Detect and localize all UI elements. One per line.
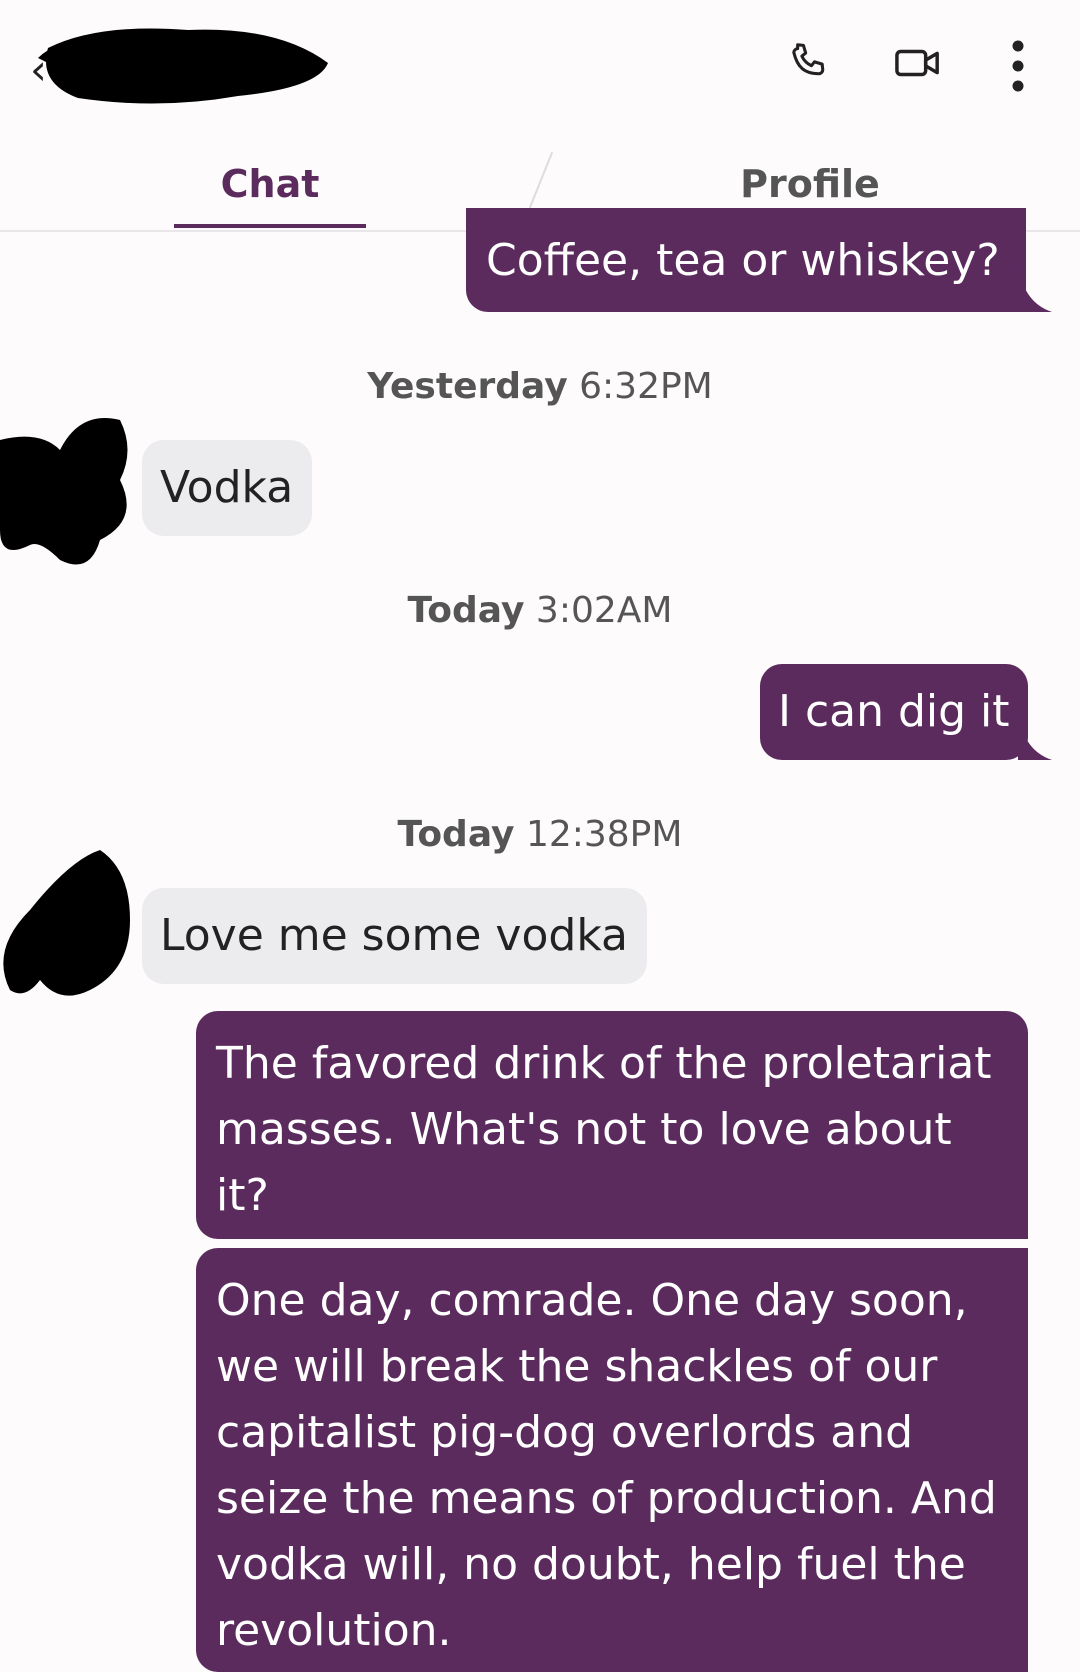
avatar[interactable] bbox=[0, 410, 135, 570]
message-text: One day, comrade. One day soon, we will … bbox=[216, 1275, 997, 1656]
message-text: I can dig it bbox=[778, 686, 1010, 737]
tab-chat[interactable]: Chat bbox=[174, 162, 366, 206]
video-icon[interactable] bbox=[892, 40, 944, 86]
message-text: Vodka bbox=[160, 462, 294, 513]
message-text: The favored drink of the proletariat mas… bbox=[216, 1038, 992, 1221]
message-text: Coffee, tea or whiskey? bbox=[486, 235, 1000, 286]
message-text: Love me some vodka bbox=[160, 910, 628, 961]
timestamp-day: Yesterday bbox=[367, 366, 568, 407]
outgoing-message[interactable]: I can dig it bbox=[760, 664, 1028, 760]
outgoing-message[interactable]: Coffee, tea or whiskey? bbox=[466, 208, 1026, 312]
more-vert-icon[interactable] bbox=[1010, 40, 1026, 92]
phone-icon[interactable] bbox=[785, 40, 831, 86]
redacted-contact-name bbox=[38, 28, 328, 104]
timestamp-time: 6:32PM bbox=[579, 366, 713, 407]
timestamp: Yesterday 6:32PM bbox=[0, 366, 1080, 407]
active-tab-indicator bbox=[174, 224, 366, 228]
tab-divider bbox=[528, 151, 554, 209]
tab-profile[interactable]: Profile bbox=[690, 162, 930, 206]
bubble-tail bbox=[1018, 262, 1052, 312]
incoming-message[interactable]: Vodka bbox=[142, 440, 312, 536]
timestamp: Today 3:02AM bbox=[0, 590, 1080, 631]
outgoing-message[interactable]: The favored drink of the proletariat mas… bbox=[196, 1011, 1028, 1239]
chat-header: ‹ Chat Profile bbox=[0, 0, 1080, 232]
outgoing-message[interactable]: One day, comrade. One day soon, we will … bbox=[196, 1248, 1028, 1672]
timestamp-day: Today bbox=[407, 590, 525, 631]
timestamp: Today 12:38PM bbox=[0, 814, 1080, 855]
timestamp-day: Today bbox=[397, 814, 515, 855]
timestamp-time: 12:38PM bbox=[525, 814, 683, 855]
incoming-message[interactable]: Love me some vodka bbox=[142, 888, 647, 984]
bubble-tail bbox=[1018, 710, 1052, 760]
timestamp-time: 3:02AM bbox=[535, 590, 673, 631]
avatar[interactable] bbox=[0, 840, 135, 1000]
